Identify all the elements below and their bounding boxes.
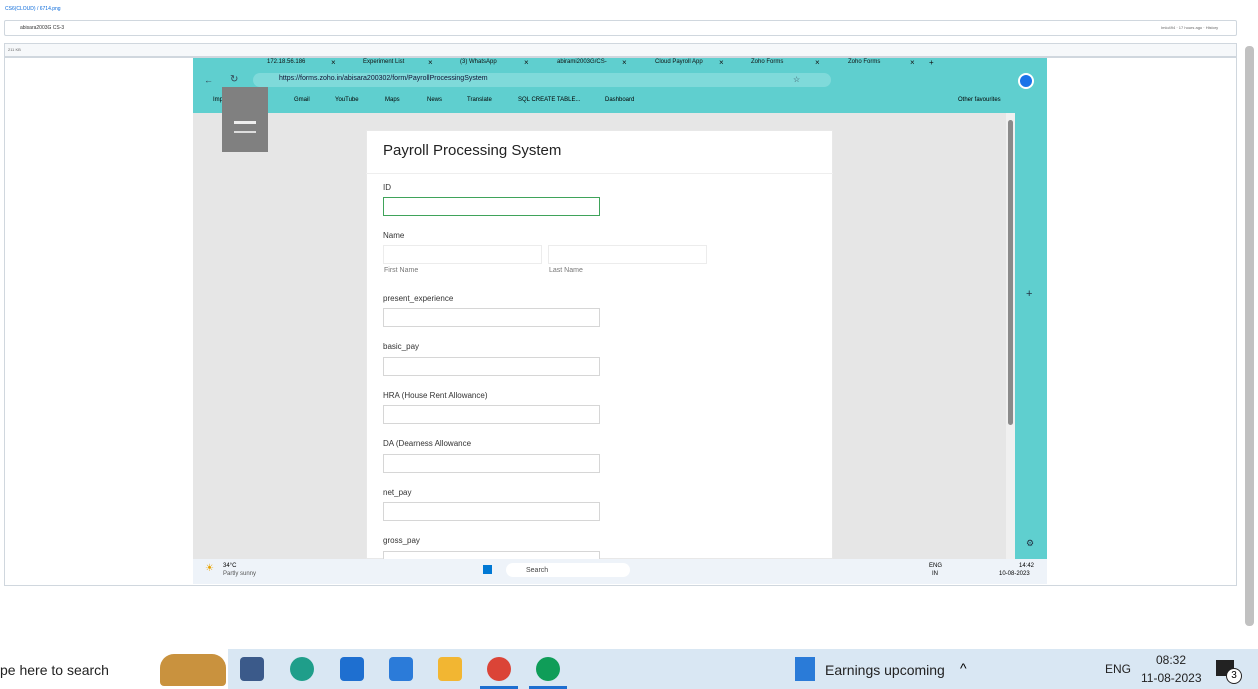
basic-pay-input[interactable] bbox=[383, 357, 600, 376]
notification-badge: 3 bbox=[1226, 668, 1242, 684]
screenshot-image: 172.18.56.186 Experiment List (3) WhatsA… bbox=[193, 58, 1047, 584]
close-icon[interactable]: × bbox=[331, 58, 336, 67]
tab-4[interactable]: abirami2003G/CS- bbox=[557, 58, 607, 68]
lion-icon bbox=[160, 654, 226, 686]
refresh-icon[interactable]: ↻ bbox=[230, 74, 238, 85]
name-label: Name bbox=[383, 231, 405, 240]
weather-icon: ☀ bbox=[205, 563, 214, 574]
last-name-sublabel: Last Name bbox=[549, 267, 583, 274]
fav-maps[interactable]: Maps bbox=[385, 96, 400, 104]
loading-spinner-icon bbox=[222, 87, 268, 152]
close-icon[interactable]: × bbox=[524, 58, 529, 67]
fav-translate[interactable]: Translate bbox=[467, 96, 492, 104]
earnings-widget[interactable]: Earnings upcoming bbox=[825, 662, 945, 678]
bing-icon[interactable] bbox=[1018, 73, 1034, 89]
chrome-icon[interactable] bbox=[536, 657, 560, 681]
da-label: DA (Dearness Allowance bbox=[383, 439, 472, 448]
form-title: Payroll Processing System bbox=[383, 142, 562, 159]
other-favourites[interactable]: Other favourites bbox=[958, 96, 1001, 104]
experience-input[interactable] bbox=[383, 308, 600, 327]
page-scroll-thumb[interactable] bbox=[1245, 46, 1254, 626]
history-link[interactable]: Imlo494 · 17 hours ago · History bbox=[1161, 25, 1218, 30]
url-text[interactable]: https://forms.zoho.in/abisara200302/form… bbox=[279, 75, 488, 82]
github-header bbox=[0, 0, 1258, 18]
hra-input[interactable] bbox=[383, 405, 600, 424]
net-pay-label: net_pay bbox=[383, 488, 412, 497]
mail-icon[interactable] bbox=[340, 657, 364, 681]
gear-icon[interactable]: ⚙ bbox=[1026, 538, 1034, 549]
updated-text: Imlo494 · 17 hours ago bbox=[1161, 25, 1203, 30]
close-icon[interactable]: × bbox=[622, 58, 627, 67]
star-icon[interactable]: ☆ bbox=[793, 75, 800, 84]
file-path[interactable]: CS6(CLOUD) / 6714.png bbox=[5, 6, 61, 12]
first-name-sublabel: First Name bbox=[384, 267, 419, 274]
id-label: ID bbox=[383, 183, 391, 192]
commit-author[interactable]: abisara2003G CS-3 bbox=[20, 25, 64, 31]
fav-gmail[interactable]: Gmail bbox=[294, 96, 310, 104]
inner-search-label[interactable]: Search bbox=[526, 567, 548, 574]
edge-sidebar bbox=[1015, 92, 1047, 559]
back-icon[interactable]: ← bbox=[204, 75, 213, 85]
hra-label: HRA (House Rent Allowance) bbox=[383, 391, 488, 400]
gross-pay-label: gross_pay bbox=[383, 536, 420, 545]
lang-eng[interactable]: ENG bbox=[929, 563, 942, 569]
spinner-bar bbox=[234, 121, 256, 124]
lang-in[interactable]: IN bbox=[932, 571, 938, 577]
close-icon[interactable]: × bbox=[815, 58, 820, 67]
file-size: 211 KB bbox=[8, 47, 21, 52]
chrome-icon[interactable] bbox=[487, 657, 511, 681]
windows-icon[interactable] bbox=[483, 565, 492, 574]
tab-2[interactable]: Experiment List bbox=[363, 58, 404, 68]
tab-6[interactable]: Zoho Forms bbox=[751, 58, 783, 68]
clock-time[interactable]: 08:32 bbox=[1156, 653, 1186, 667]
tab-bar: 172.18.56.186 Experiment List (3) WhatsA… bbox=[193, 58, 1047, 68]
close-icon[interactable]: × bbox=[910, 58, 915, 67]
history-label: History bbox=[1205, 25, 1219, 30]
inner-clock-time[interactable]: 14:42 bbox=[1019, 563, 1034, 569]
close-icon[interactable]: × bbox=[428, 58, 433, 67]
weather-desc: Partly sunny bbox=[223, 571, 257, 577]
store-icon[interactable] bbox=[389, 657, 413, 681]
new-tab-icon[interactable]: + bbox=[929, 58, 934, 67]
first-name-input[interactable] bbox=[383, 245, 542, 264]
spinner-bar bbox=[234, 131, 256, 133]
fav-sql[interactable]: SQL CREATE TABLE... bbox=[518, 96, 580, 104]
tab-5[interactable]: Cloud Payroll App bbox=[655, 58, 703, 68]
basic-pay-label: basic_pay bbox=[383, 342, 420, 351]
inner-scroll-thumb[interactable] bbox=[1008, 120, 1013, 425]
id-input[interactable] bbox=[383, 197, 600, 216]
language-indicator[interactable]: ENG bbox=[1105, 662, 1131, 676]
inner-clock-date[interactable]: 10-08-2023 bbox=[999, 571, 1030, 577]
stocks-icon[interactable] bbox=[795, 657, 815, 681]
tab-7[interactable]: Zoho Forms bbox=[848, 58, 880, 68]
weather-temp: 34°C bbox=[223, 563, 237, 569]
chevron-up-icon[interactable]: ^ bbox=[960, 660, 967, 676]
close-icon[interactable]: × bbox=[719, 58, 724, 67]
commit-box bbox=[4, 20, 1237, 36]
edge-icon[interactable] bbox=[290, 657, 314, 681]
file-meta-bar bbox=[4, 43, 1237, 57]
gross-pay-input[interactable] bbox=[383, 551, 600, 559]
form-card bbox=[366, 130, 833, 559]
net-pay-input[interactable] bbox=[383, 502, 600, 521]
tab-3[interactable]: (3) WhatsApp bbox=[460, 58, 497, 68]
tab-1[interactable]: 172.18.56.186 bbox=[267, 58, 305, 68]
da-input[interactable] bbox=[383, 454, 600, 473]
experience-label: present_experience bbox=[383, 294, 454, 303]
task-view-icon[interactable] bbox=[240, 657, 264, 681]
fav-youtube[interactable]: YouTube bbox=[335, 96, 359, 104]
last-name-input[interactable] bbox=[548, 245, 707, 264]
fav-dashboard[interactable]: Dashboard bbox=[605, 96, 634, 104]
taskbar-search-text[interactable]: pe here to search bbox=[0, 662, 109, 678]
file-explorer-icon[interactable] bbox=[438, 657, 462, 681]
fav-news[interactable]: News bbox=[427, 96, 442, 104]
add-icon[interactable]: + bbox=[1026, 288, 1032, 300]
inner-search-box[interactable] bbox=[506, 563, 630, 577]
clock-date[interactable]: 11-08-2023 bbox=[1141, 671, 1202, 685]
